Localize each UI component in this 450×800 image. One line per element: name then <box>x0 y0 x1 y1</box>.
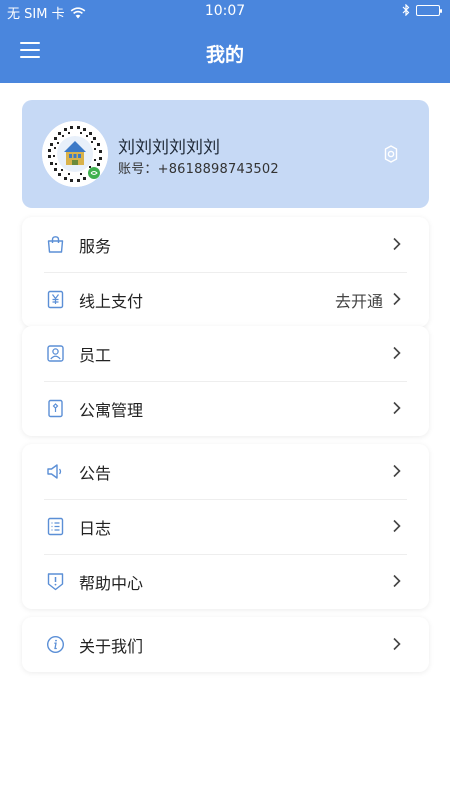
chevron-right-icon <box>393 637 401 651</box>
menu-item-log[interactable]: 日志 <box>22 499 429 554</box>
menu-item-label: 服务 <box>79 237 112 256</box>
menu-item-label: 公寓管理 <box>79 401 144 420</box>
menu-item-label: 关于我们 <box>79 637 144 656</box>
chevron-right-icon <box>393 401 401 415</box>
list-icon <box>47 517 64 536</box>
gear-icon[interactable] <box>381 144 401 164</box>
menu-item-label: 线上支付 <box>79 292 144 311</box>
chevron-right-icon <box>393 464 401 478</box>
menu-item-help-center[interactable]: 帮助中心 <box>22 554 429 609</box>
yuan-icon <box>47 290 64 309</box>
chevron-right-icon <box>393 237 401 251</box>
chevron-right-icon <box>393 574 401 588</box>
info-icon <box>46 635 65 654</box>
menu-item-staff[interactable]: 员工 <box>22 326 429 381</box>
chevron-right-icon <box>393 292 401 306</box>
bag-icon <box>47 236 64 253</box>
menu-item-label: 日志 <box>79 519 112 538</box>
menu-item-announcement[interactable]: 公告 <box>22 444 429 499</box>
menu-item-apartment-management[interactable]: 公寓管理 <box>22 381 429 436</box>
menu-card-about: 关于我们 <box>22 617 429 672</box>
header: 无 SIM 卡 10:07 我的 <box>0 0 450 83</box>
menu-item-label: 帮助中心 <box>79 574 144 593</box>
speaker-icon <box>47 464 62 479</box>
apartment-icon <box>48 399 63 418</box>
chevron-right-icon <box>393 346 401 360</box>
chevron-right-icon <box>393 519 401 533</box>
nav-bar: 我的 <box>0 22 450 83</box>
avatar[interactable] <box>42 121 108 187</box>
battery-icon <box>416 4 442 16</box>
status-bar: 无 SIM 卡 10:07 <box>0 0 450 22</box>
page-title: 我的 <box>205 44 244 66</box>
menu-item-label: 公告 <box>79 464 112 483</box>
bluetooth-icon <box>402 4 410 16</box>
menu-card-info: 公告 日志 帮助中心 <box>22 444 429 609</box>
menu-item-online-payment[interactable]: 线上支付 去开通 <box>22 272 429 327</box>
activate-link[interactable]: 去开通 <box>335 288 383 312</box>
menu-item-about-us[interactable]: 关于我们 <box>22 617 429 672</box>
person-icon <box>47 345 64 362</box>
menu-item-label: 员工 <box>79 346 112 365</box>
help-shield-icon <box>47 573 64 591</box>
menu-card-services: 服务 线上支付 去开通 <box>22 217 429 327</box>
user-name: 刘刘刘刘刘刘 <box>118 138 220 158</box>
menu-card-management: 员工 公寓管理 <box>22 326 429 436</box>
menu-item-service[interactable]: 服务 <box>22 217 429 272</box>
account-number: 账号：+8618898743502 <box>118 162 279 177</box>
profile-card[interactable]: 刘刘刘刘刘刘 账号：+8618898743502 <box>22 100 429 208</box>
status-time: 10:07 <box>204 3 246 19</box>
mini-program-code-icon <box>42 121 108 187</box>
